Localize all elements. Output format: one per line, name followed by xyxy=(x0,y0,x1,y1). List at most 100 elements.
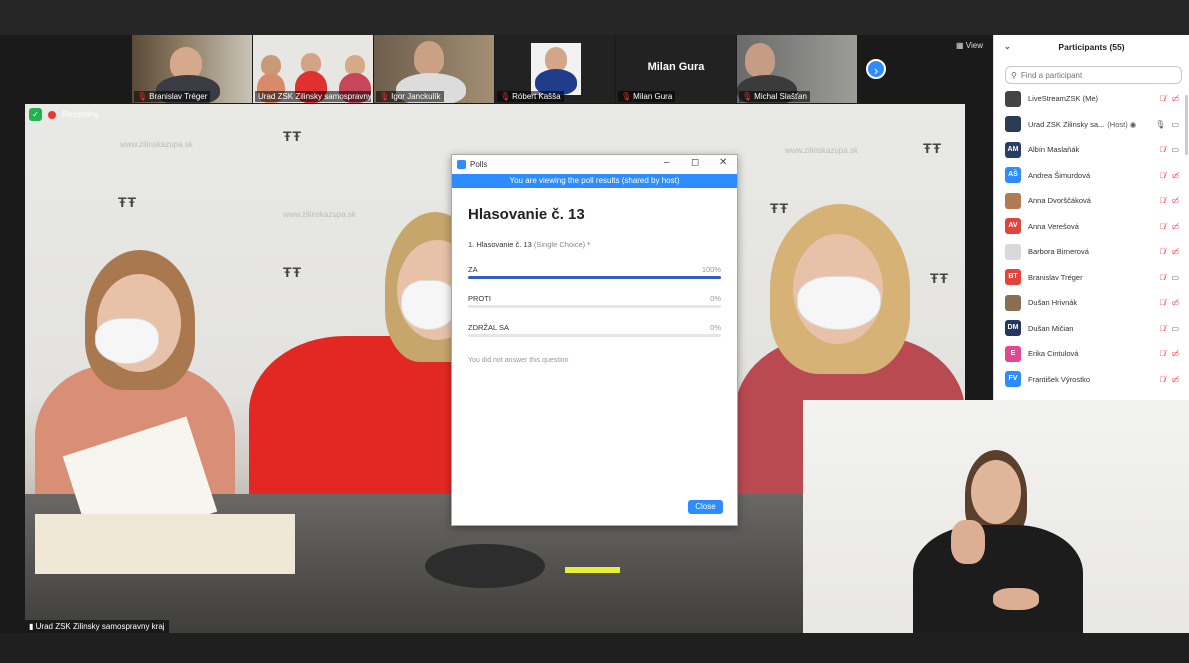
participant-row[interactable]: Barbora Birnerová 🎙̸ ▭̸ xyxy=(994,239,1189,265)
participant-row[interactable]: BT Branislav Tréger 🎙̸ ▭ xyxy=(994,265,1189,291)
participant-search[interactable]: ⚲ xyxy=(1005,66,1182,84)
maximize-icon[interactable]: ◻ xyxy=(691,157,699,168)
thumbnail-name: Igor Janckulík xyxy=(391,92,441,101)
avatar: E xyxy=(1005,345,1021,362)
eye-icon: ◉ xyxy=(1127,119,1137,129)
poll-result-bar xyxy=(468,305,721,308)
participant-row[interactable]: Anna Dvorščáková 🎙̸ ▭̸ xyxy=(994,188,1189,214)
participant-name: Branislav Tréger xyxy=(1028,272,1083,282)
participant-name: Dušan Mičian xyxy=(1028,323,1074,333)
participant-name: Barbora Birnerová xyxy=(1028,247,1089,257)
video-off-icon[interactable]: ▭̸ xyxy=(1171,94,1179,103)
video-icon[interactable]: ▭ xyxy=(1171,273,1179,282)
view-button[interactable]: ▦ View xyxy=(956,41,983,50)
thumbnail-name: Róbert Kašša xyxy=(512,92,561,101)
poll-title: Hlasovanie č. 13 xyxy=(468,206,585,223)
wall-logo: ŦŦ xyxy=(283,264,303,280)
wall-url: www.zilinskazupa.sk xyxy=(785,146,858,155)
poll-option-label: PROTI xyxy=(468,294,491,303)
avatar xyxy=(1005,116,1021,133)
recording-indicator: ✓ Recording xyxy=(29,108,98,121)
mic-muted-icon[interactable]: 🎙̸ xyxy=(1159,222,1165,231)
video-thumbnail[interactable]: 🎙 Michal Slašťan xyxy=(737,35,857,103)
video-off-icon[interactable]: ▭̸ xyxy=(1171,349,1179,358)
poll-result-bar xyxy=(468,334,721,337)
participant-row[interactable]: AV Anna Verešová 🎙̸ ▭̸ xyxy=(994,214,1189,240)
mic-muted-icon[interactable]: 🎙̸ xyxy=(1159,324,1165,333)
participant-row[interactable]: LiveStreamZSK (Me) 🎙̸ ▭̸ xyxy=(994,86,1189,112)
avatar: AŠ xyxy=(1005,167,1021,184)
video-thumbnail[interactable]: 🎙 Branislav Tréger xyxy=(132,35,252,103)
video-off-icon[interactable]: ▭̸ xyxy=(1171,222,1179,231)
mic-muted-icon[interactable]: 🎙̸ xyxy=(1159,375,1165,384)
participant-row[interactable]: Dušan Hrivnák 🎙̸ ▭̸ xyxy=(994,290,1189,316)
poll-dialog: Polls – ◻ ✕ You are viewing the poll res… xyxy=(451,154,738,526)
video-icon[interactable]: ▭ xyxy=(1171,324,1179,333)
search-input[interactable] xyxy=(1020,70,1171,80)
poll-option: ZDRŽAL SA 0% xyxy=(468,313,721,342)
search-icon: ⚲ xyxy=(1011,70,1017,80)
close-icon[interactable]: ✕ xyxy=(719,157,727,168)
top-bar xyxy=(0,0,1189,35)
participant-name: Andrea Šimurdová xyxy=(1028,170,1091,180)
poll-options: ZA 100% PROTI 0% ZDRŽAL SA 0% xyxy=(452,255,737,342)
mic-icon[interactable]: 🎙 xyxy=(1155,120,1165,129)
video-thumbnail-strip: 🎙 Branislav Tréger Urad ZSK Zilinsky samo… xyxy=(0,35,993,103)
participant-row[interactable]: E Erika Cintulová 🎙̸ ▭̸ xyxy=(994,341,1189,367)
bottom-bar xyxy=(0,633,1189,663)
mic-muted-icon: 🎙 xyxy=(621,92,632,101)
video-off-icon[interactable]: ▭̸ xyxy=(1171,298,1179,307)
participant-row[interactable]: AM Albín Maslaňák 🎙̸ ▭ xyxy=(994,137,1189,163)
mic-muted-icon[interactable]: 🎙̸ xyxy=(1159,298,1165,307)
video-off-icon[interactable]: ▭̸ xyxy=(1171,375,1179,384)
conference-speaker xyxy=(425,544,545,588)
video-thumbnail[interactable]: 🎙 Róbert Kašša xyxy=(495,35,615,103)
avatar xyxy=(1005,90,1021,107)
video-off-icon[interactable]: ▭̸ xyxy=(1171,171,1179,180)
host-tag: (Host) xyxy=(1107,119,1128,129)
mic-muted-icon[interactable]: 🎙̸ xyxy=(1159,273,1165,282)
avatar: DM xyxy=(1005,320,1021,337)
participant-name: LiveStreamZSK (Me) xyxy=(1028,94,1099,104)
poll-option-percent: 0% xyxy=(710,323,721,332)
video-icon[interactable]: ▭ xyxy=(1171,145,1179,154)
highlighter xyxy=(565,567,620,573)
participant-row[interactable]: AŠ Andrea Šimurdová 🎙̸ ▭̸ xyxy=(994,163,1189,189)
mic-muted-icon[interactable]: 🎙̸ xyxy=(1159,171,1165,180)
close-button[interactable]: Close xyxy=(688,500,723,514)
mic-muted-icon[interactable]: 🎙̸ xyxy=(1159,247,1165,256)
participant-row[interactable]: Urad ZSK Zilinsky sa... (Host) ◉ 🎙 ▭ xyxy=(994,112,1189,138)
wall-url: www.zilinskazupa.sk xyxy=(120,140,193,149)
avatar xyxy=(1005,243,1021,260)
video-icon[interactable]: ▭ xyxy=(1171,120,1179,129)
poll-result-bar xyxy=(468,276,721,279)
chevron-down-icon[interactable]: ⌄ xyxy=(1004,35,1011,59)
poll-window-title: Polls xyxy=(470,160,488,169)
avatar: AV xyxy=(1005,218,1021,235)
video-off-icon[interactable]: ▭̸ xyxy=(1171,196,1179,205)
avatar: BT xyxy=(1005,269,1021,286)
next-page-button[interactable]: › xyxy=(866,59,886,79)
wall-logo: ŦŦ xyxy=(283,128,303,144)
mic-muted-icon[interactable]: 🎙̸ xyxy=(1159,145,1165,154)
poll-option-percent: 0% xyxy=(710,294,721,303)
scrollbar[interactable] xyxy=(1185,95,1188,155)
participant-list: LiveStreamZSK (Me) 🎙̸ ▭̸ Urad ZSK Zilinsky… xyxy=(994,86,1189,392)
participant-row[interactable]: DM Dušan Mičian 🎙̸ ▭ xyxy=(994,316,1189,342)
video-thumbnail[interactable]: Urad ZSK Zilinsky samospravny xyxy=(253,35,373,103)
video-off-icon[interactable]: ▭̸ xyxy=(1171,247,1179,256)
poll-option: PROTI 0% xyxy=(468,284,721,313)
minimize-icon[interactable]: – xyxy=(664,157,670,168)
video-thumbnail[interactable]: Milan Gura 🎙 Milan Gura xyxy=(616,35,736,103)
video-thumbnail[interactable]: 🎙 Igor Janckulík xyxy=(374,35,494,103)
signal-icon: ▮ xyxy=(29,622,34,631)
mic-muted-icon[interactable]: 🎙̸ xyxy=(1159,349,1165,358)
participants-panel: ⌄ Participants (55) ⚲ LiveStreamZSK (Me)… xyxy=(993,35,1189,400)
mic-muted-icon[interactable]: 🎙̸ xyxy=(1159,94,1165,103)
participant-row[interactable]: FV František Výrostko 🎙̸ ▭̸ xyxy=(994,367,1189,393)
poll-option-label: ZA xyxy=(468,265,478,274)
mic-muted-icon[interactable]: 🎙̸ xyxy=(1159,196,1165,205)
poll-option: ZA 100% xyxy=(468,255,721,284)
poll-option-label: ZDRŽAL SA xyxy=(468,323,509,332)
avatar xyxy=(1005,294,1021,311)
